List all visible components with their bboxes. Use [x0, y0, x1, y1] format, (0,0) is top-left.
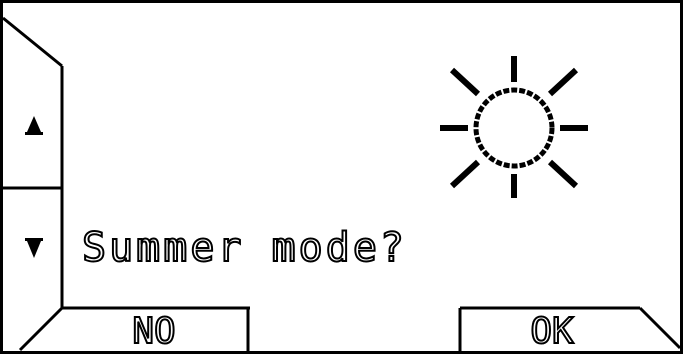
ok-button-label: OK	[529, 311, 574, 353]
sun-icon	[440, 56, 588, 198]
no-button[interactable]: NO	[60, 311, 248, 354]
arrow-down-icon[interactable]	[14, 232, 54, 272]
lcd-screen: Summer mode? NO OK	[0, 0, 683, 354]
no-button-label: NO	[131, 311, 176, 353]
dialog-prompt: Summer mode?	[81, 225, 407, 271]
arrow-up-icon[interactable]	[14, 108, 54, 148]
ok-button[interactable]: OK	[458, 311, 646, 354]
